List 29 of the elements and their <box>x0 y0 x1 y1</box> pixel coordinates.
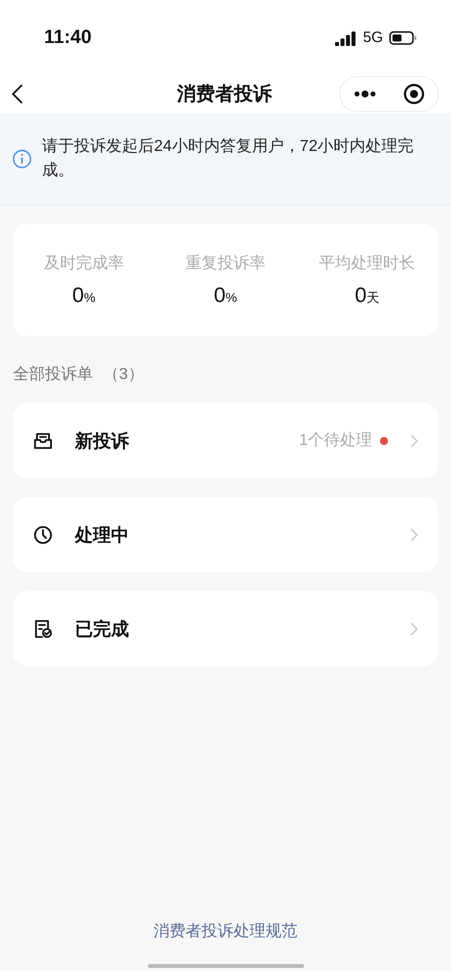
page-title: 消费者投诉 <box>177 82 272 107</box>
pending-count: 1个待处理 <box>299 430 372 451</box>
section-count: （3） <box>103 365 144 385</box>
close-button[interactable] <box>403 83 425 105</box>
status-time: 11:40 <box>44 26 92 48</box>
back-button[interactable] <box>10 83 24 105</box>
stat-value: 0% <box>214 284 238 308</box>
rules-link[interactable]: 消费者投诉处理规范 <box>154 921 298 942</box>
section-title: 全部投诉单 <box>13 364 93 385</box>
network-label: 5G <box>362 29 383 46</box>
complaint-category-row[interactable]: 已完成 <box>13 591 438 666</box>
clock-icon <box>33 524 53 544</box>
signal-icon <box>334 30 357 46</box>
stat-label: 重复投诉率 <box>185 254 266 274</box>
chevron-right-icon <box>410 434 418 448</box>
stat-label: 及时完成率 <box>44 254 124 274</box>
more-button[interactable] <box>353 90 377 98</box>
notice-text: 请于投诉发起后24小时内答复用户，72小时内处理完成。 <box>42 136 415 181</box>
battery-icon <box>389 30 417 44</box>
stat-value: 0% <box>72 284 96 308</box>
stat-value: 0天 <box>354 284 380 308</box>
inbox-icon <box>33 430 53 450</box>
document-check-icon <box>33 618 53 638</box>
complaint-category-row[interactable]: 处理中 <box>13 497 438 572</box>
info-icon <box>12 149 32 169</box>
chevron-right-icon <box>410 622 418 636</box>
chevron-right-icon <box>410 528 418 542</box>
complaint-category-row[interactable]: 新投诉 1个待处理 <box>13 403 438 478</box>
stat-label: 平均处理时长 <box>319 254 416 274</box>
